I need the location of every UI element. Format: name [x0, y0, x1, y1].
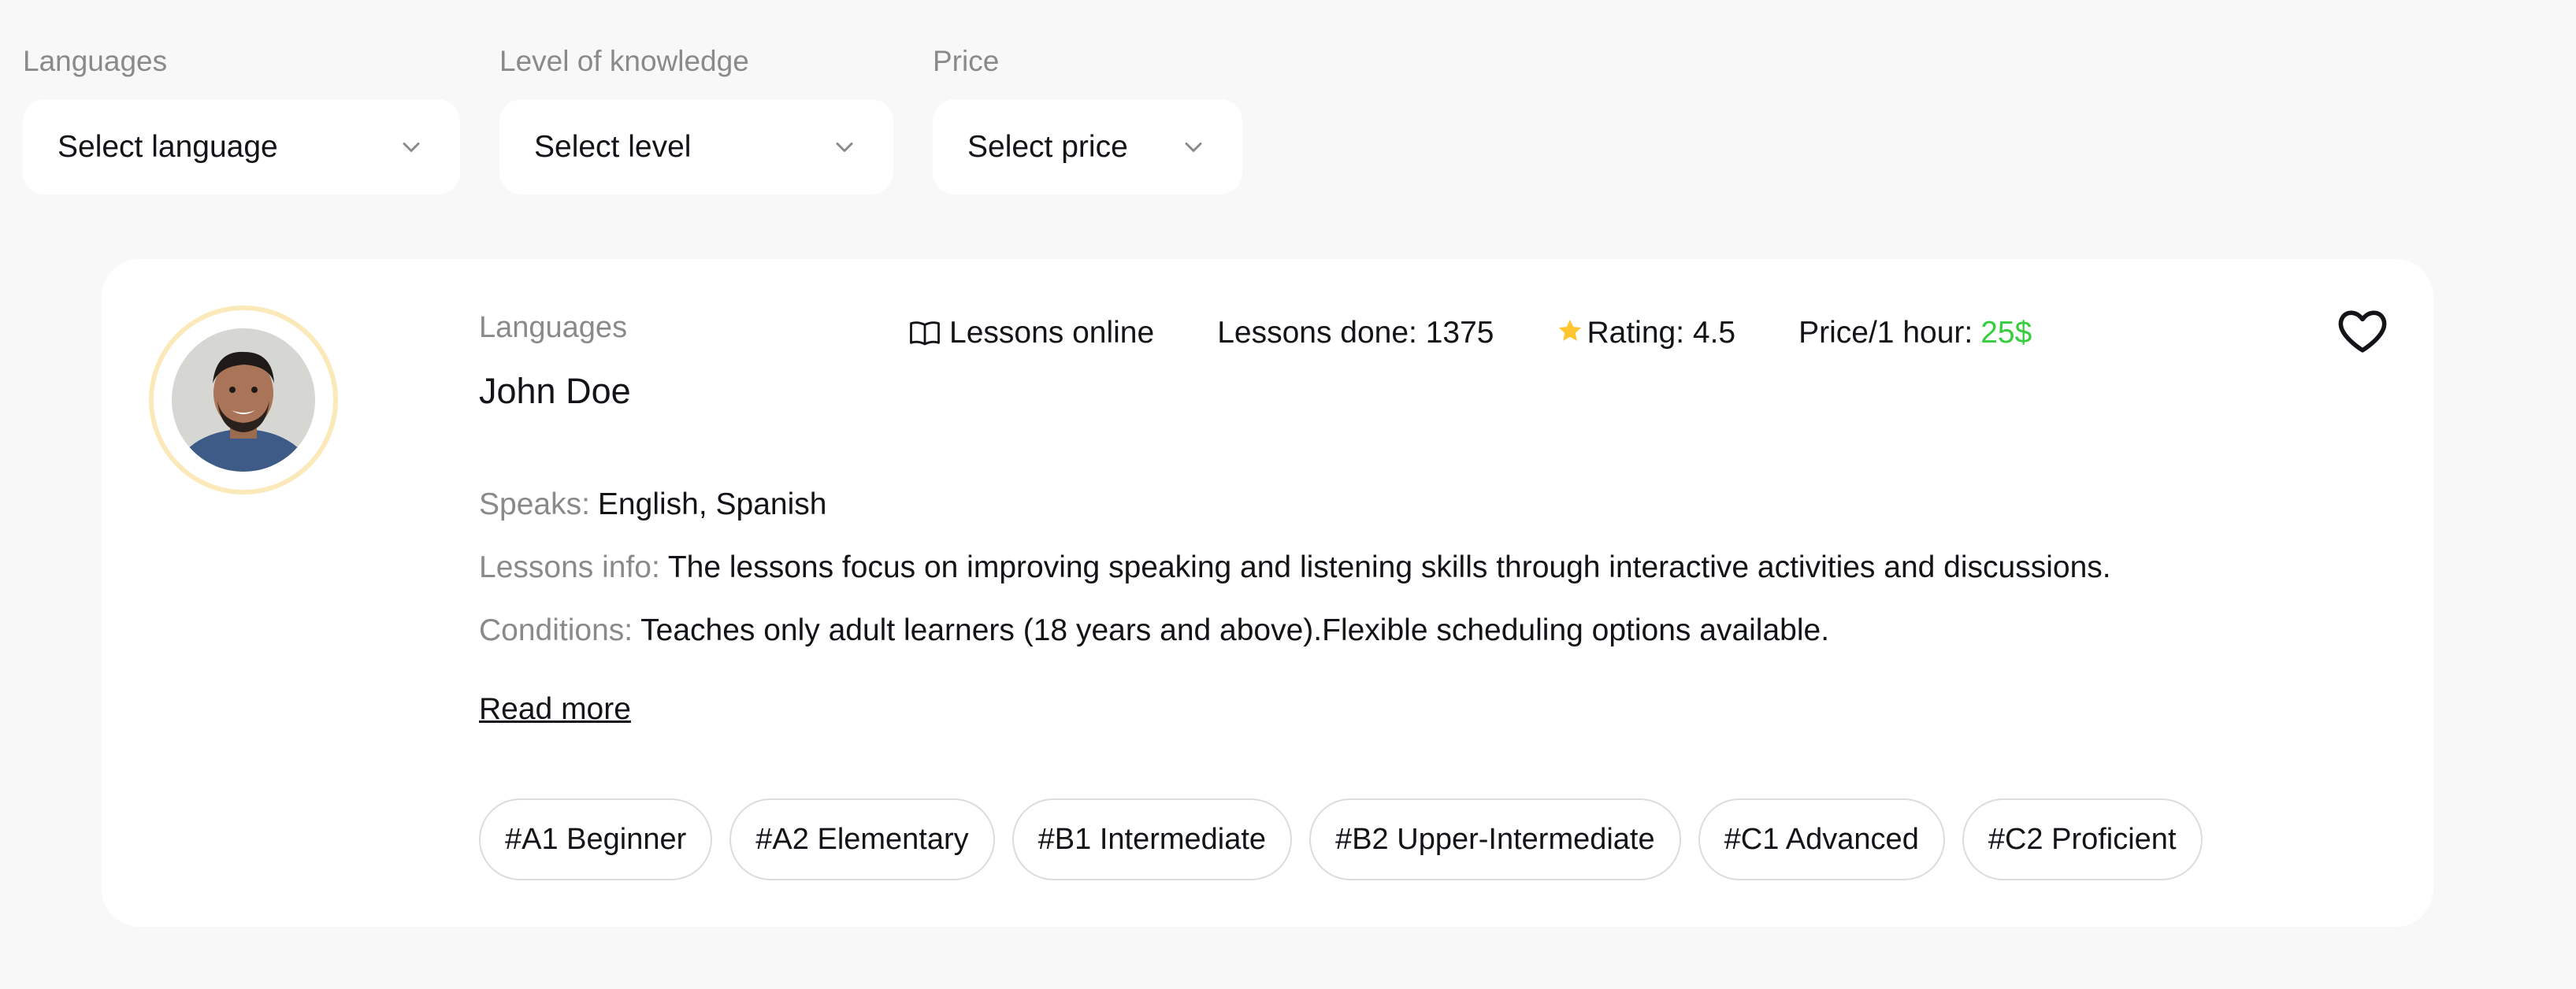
avatar-image: [172, 328, 315, 472]
level-select-value: Select level: [534, 129, 692, 164]
level-filter: Level of knowledge Select level: [499, 44, 893, 194]
conditions-label: Conditions:: [479, 613, 633, 647]
teacher-stats: Lessons online Lessons done: 1375 Rating…: [908, 316, 2032, 350]
level-tag[interactable]: #A2 Elementary: [729, 798, 995, 880]
speaks-row: Speaks: English, Spanish: [479, 487, 826, 522]
language-filter: Languages Select language: [23, 44, 460, 194]
lessons-info-row: Lessons info: The lessons focus on improv…: [479, 550, 2111, 585]
price-select[interactable]: Select price: [933, 99, 1242, 194]
price-value: 25$: [1980, 316, 2032, 350]
level-tag[interactable]: #B2 Upper-Intermediate: [1309, 798, 1681, 880]
language-filter-label: Languages: [23, 45, 168, 77]
chevron-down-icon: [1185, 142, 1202, 152]
level-tag[interactable]: #C2 Proficient: [1962, 798, 2203, 880]
filters-bar: Languages Select language Level of knowl…: [23, 44, 1242, 194]
lessons-done-stat: Lessons done: 1375: [1217, 316, 1494, 350]
level-filter-label: Level of knowledge: [499, 45, 749, 77]
book-icon: [910, 321, 940, 346]
rating-stat: Rating: 4.5: [1557, 316, 1735, 350]
teacher-card: Languages John Doe Lessons online Lesson…: [102, 259, 2433, 927]
lessons-info-value: The lessons focus on improving speaking …: [667, 550, 2111, 584]
level-select[interactable]: Select level: [499, 99, 893, 194]
teacher-name: John Doe: [479, 371, 631, 411]
avatar: [172, 328, 315, 472]
price-select-value: Select price: [967, 129, 1128, 164]
lessons-online-text: Lessons online: [949, 316, 1155, 350]
lessons-online-stat: Lessons online: [908, 316, 1154, 350]
conditions-row: Conditions: Teaches only adult learners (…: [479, 613, 1829, 648]
language-select-value: Select language: [58, 129, 278, 164]
teacher-kicker: Languages: [479, 311, 628, 344]
speaks-value: English, Spanish: [597, 487, 827, 521]
level-tag[interactable]: #B1 Intermediate: [1011, 798, 1293, 880]
conditions-value: Teaches only adult learners (18 years an…: [640, 613, 1830, 647]
level-tag[interactable]: #C1 Advanced: [1698, 798, 1945, 880]
chevron-down-icon: [403, 142, 420, 152]
price-stat: Price/1 hour: 25$: [1798, 316, 2032, 350]
price-label: Price/1 hour:: [1798, 316, 1973, 350]
lessons-info-label: Lessons info:: [479, 550, 660, 584]
level-tags: #A1 Beginner #A2 Elementary #B1 Intermed…: [479, 798, 2203, 880]
language-select[interactable]: Select language: [23, 99, 460, 194]
avatar-ring: [149, 306, 338, 494]
price-filter: Price Select price: [933, 44, 1242, 194]
level-tag[interactable]: #A1 Beginner: [479, 798, 713, 880]
price-filter-label: Price: [933, 45, 1000, 77]
heart-icon[interactable]: [2335, 303, 2390, 358]
chevron-down-icon: [836, 142, 853, 152]
teacher-content: Languages John Doe Lessons online Lesson…: [479, 259, 2433, 927]
rating-text: Rating: 4.5: [1587, 316, 1736, 350]
speaks-label: Speaks:: [479, 487, 590, 521]
star-icon: [1559, 319, 1582, 341]
read-more-link[interactable]: Read more: [479, 692, 631, 727]
lessons-done-text: Lessons done: 1375: [1217, 316, 1494, 350]
